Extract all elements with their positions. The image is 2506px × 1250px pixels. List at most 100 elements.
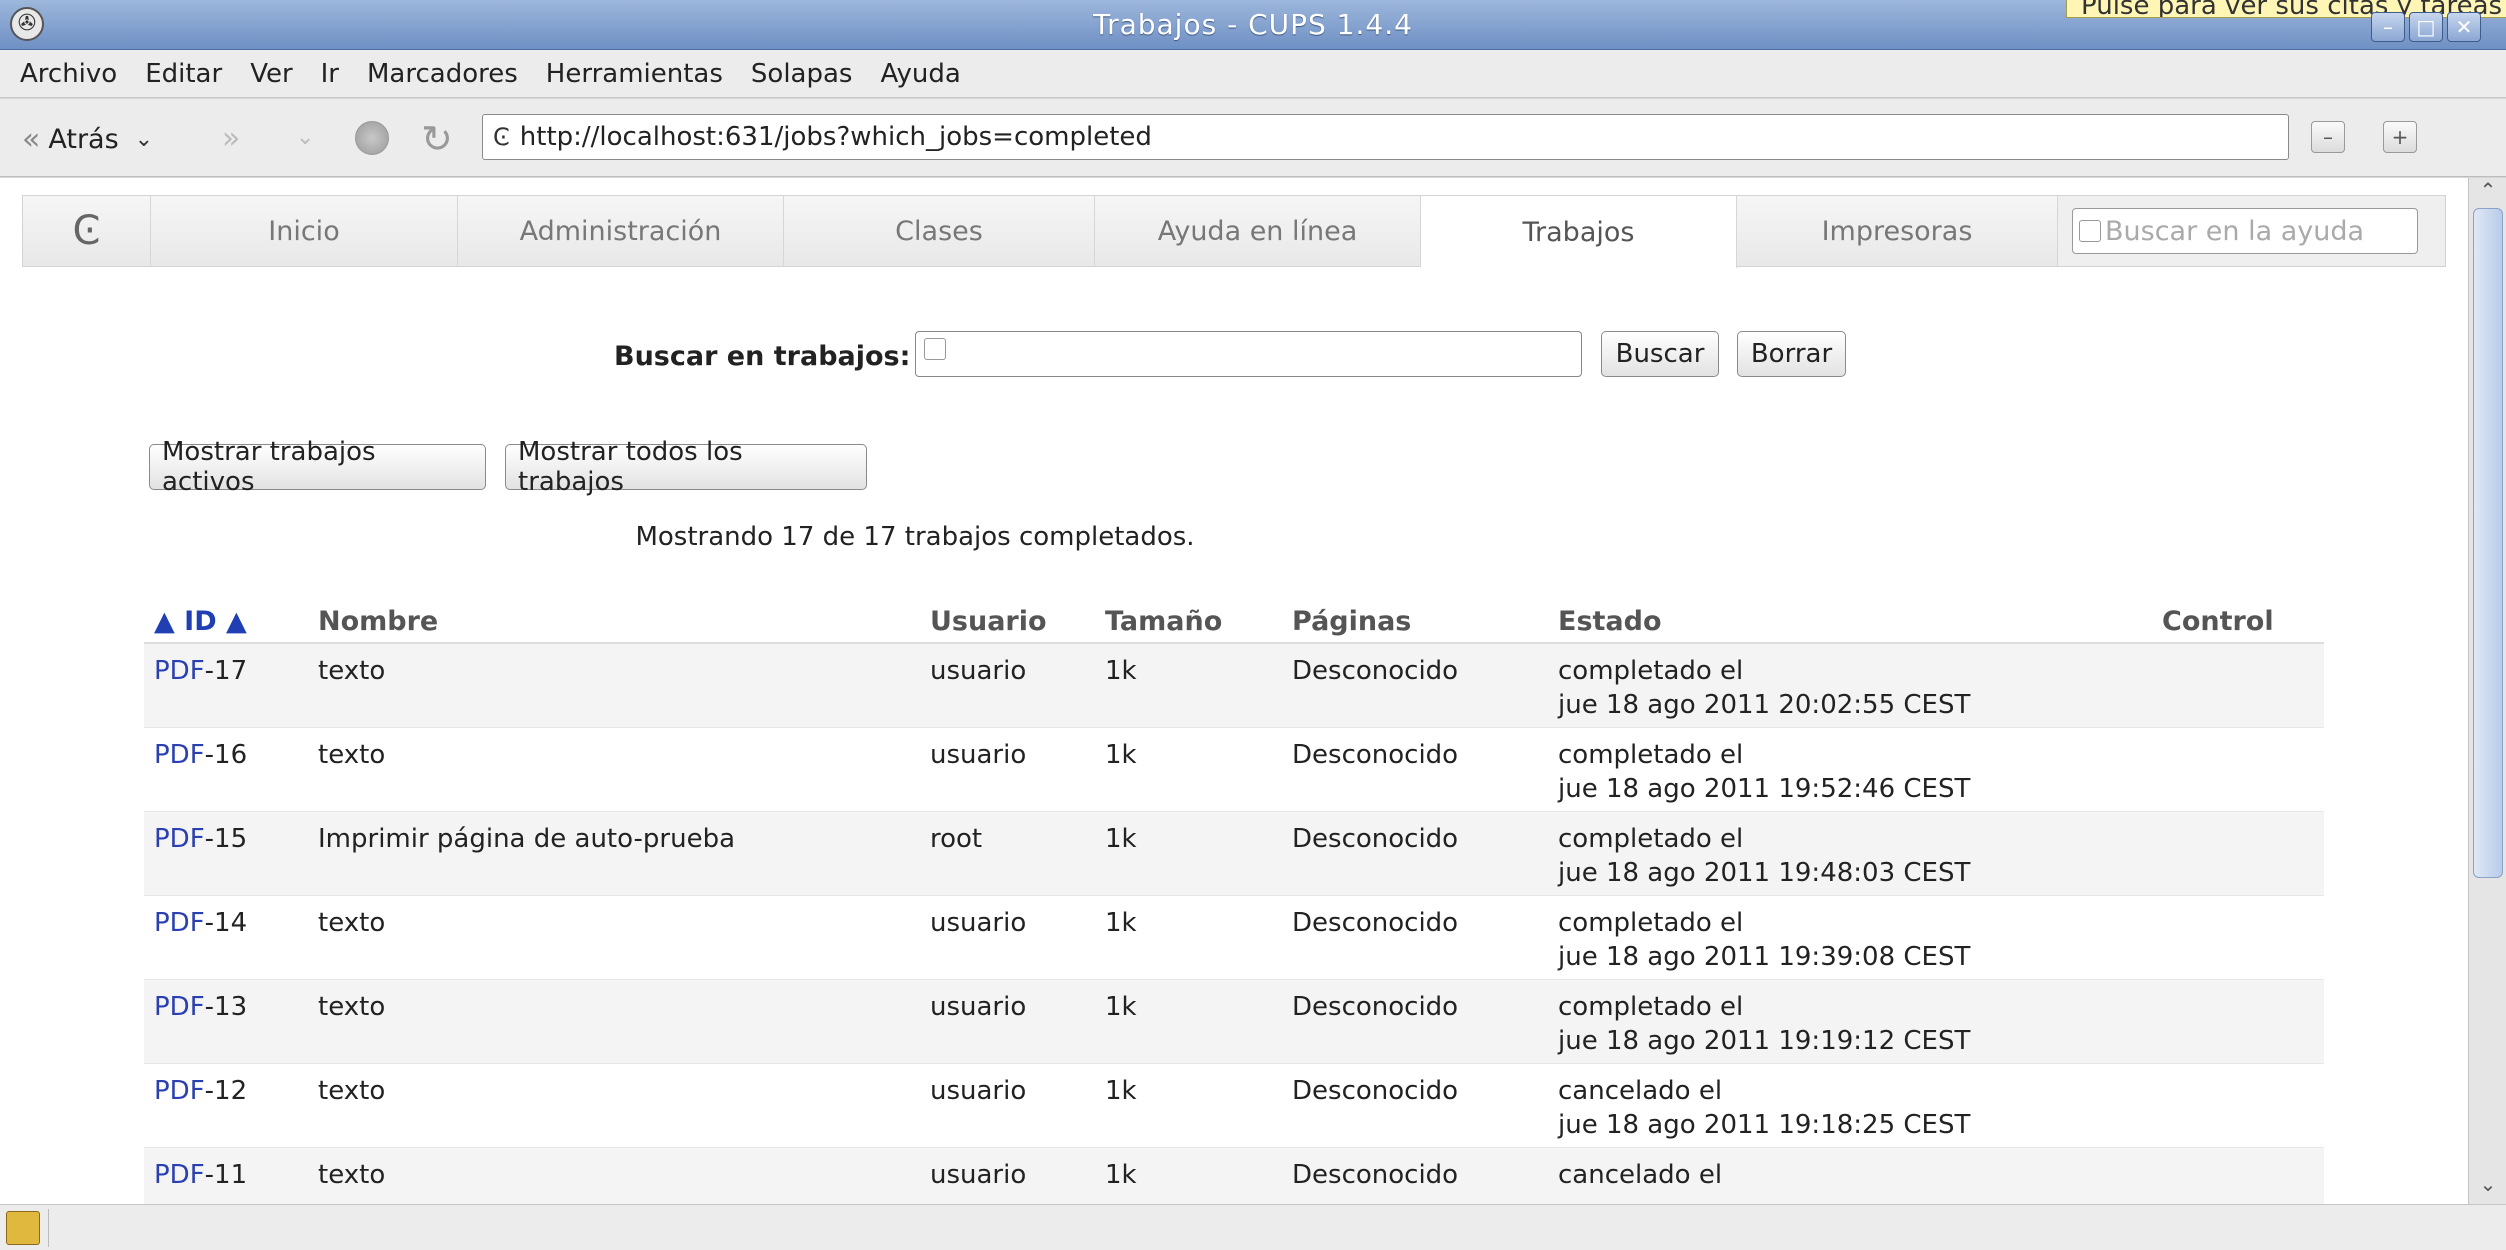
menu-editar[interactable]: Editar — [145, 59, 222, 89]
state-timestamp: jue 18 ago 2011 19:19:12 CEST — [1558, 1026, 1971, 1056]
page-content: Ͼ Inicio Administración Clases Ayuda en … — [0, 178, 2468, 1204]
status-divider — [48, 1209, 49, 1247]
job-search-label: Buscar en trabajos: — [614, 341, 911, 372]
cell-usuario: usuario — [930, 656, 1027, 686]
forward-history-chevron-icon[interactable]: ⌄ — [296, 125, 314, 150]
cell-usuario: usuario — [930, 740, 1027, 770]
column-header-nombre: Nombre — [318, 606, 439, 637]
cell-id: PDF-15 — [154, 824, 247, 854]
cups-tab-bar: Ͼ Inicio Administración Clases Ayuda en … — [22, 195, 2446, 268]
cell-nombre: texto — [318, 1076, 386, 1106]
cell-nombre: texto — [318, 656, 386, 686]
menu-marcadores[interactable]: Marcadores — [367, 59, 518, 89]
maximize-button[interactable]: □ — [2409, 12, 2443, 42]
printer-link[interactable]: PDF — [154, 908, 205, 938]
printer-link[interactable]: PDF — [154, 992, 205, 1022]
cell-id: PDF-11 — [154, 1160, 247, 1190]
state-status: cancelado el — [1558, 1160, 1723, 1190]
menu-herramientas[interactable]: Herramientas — [546, 59, 723, 89]
forward-arrow-icon[interactable]: » — [222, 121, 240, 156]
tab-trabajos[interactable]: Trabajos — [1421, 196, 1737, 268]
sort-by-id-link[interactable]: ▲ ID ▲ — [154, 606, 247, 637]
state-status: completado el — [1558, 740, 1744, 770]
state-status: completado el — [1558, 824, 1744, 854]
printer-link[interactable]: PDF — [154, 824, 205, 854]
vertical-scrollbar[interactable]: ⌃ ⌄ — [2468, 178, 2506, 1204]
zoom-out-icon[interactable]: – — [2311, 121, 2345, 153]
search-button[interactable]: Buscar — [1601, 331, 1719, 377]
state-timestamp: jue 18 ago 2011 19:39:08 CEST — [1558, 942, 1971, 972]
cell-usuario: root — [930, 824, 983, 854]
cell-usuario: usuario — [930, 1160, 1027, 1190]
job-id: -13 — [204, 992, 248, 1022]
help-search-placeholder: Buscar en la ayuda — [2105, 215, 2365, 247]
table-row: PDF-17 texto usuario 1k Desconocido completad… — [144, 644, 2324, 728]
menu-solapas[interactable]: Solapas — [751, 59, 853, 89]
cell-nombre: texto — [318, 908, 386, 938]
cell-estado: completado el jue 18 ago 2011 19:48:03 CE… — [1558, 822, 1970, 890]
state-status: completado el — [1558, 908, 1744, 938]
state-timestamp: jue 18 ago 2011 19:18:25 CEST — [1558, 1110, 1971, 1140]
state-timestamp: jue 18 ago 2011 20:02:55 CEST — [1558, 690, 1971, 720]
show-active-jobs-button[interactable]: Mostrar trabajos activos — [149, 437, 486, 497]
cell-nombre: texto — [318, 740, 386, 770]
menu-ver[interactable]: Ver — [250, 59, 292, 89]
tab-administracion[interactable]: Administración — [458, 196, 784, 266]
cell-paginas: Desconocido — [1292, 908, 1459, 938]
tab-ayuda-en-linea[interactable]: Ayuda en línea — [1095, 196, 1421, 266]
table-row: PDF-11 texto usuario 1k Desconocido cancelado… — [144, 1148, 2324, 1204]
printer-link[interactable]: PDF — [154, 656, 205, 686]
state-timestamp: jue 18 ago 2011 19:52:46 CEST — [1558, 774, 1971, 804]
scroll-up-icon[interactable]: ⌃ — [2469, 178, 2506, 208]
tab-inicio[interactable]: Inicio — [151, 196, 458, 266]
menubar: Archivo Editar Ver Ir Marcadores Herrami… — [0, 50, 2506, 98]
job-id: -14 — [204, 908, 248, 938]
job-search-input[interactable] — [915, 331, 1582, 377]
column-header-paginas: Páginas — [1292, 606, 1412, 637]
security-lock-icon[interactable] — [6, 1211, 40, 1245]
cell-tamano: 1k — [1105, 1160, 1137, 1190]
cell-estado: cancelado el — [1558, 1158, 1722, 1192]
job-search-form: Buscar en trabajos: Buscar Borrar — [0, 331, 2468, 381]
zoom-in-icon[interactable]: + — [2383, 121, 2417, 153]
cell-paginas: Desconocido — [1292, 824, 1459, 854]
menu-ayuda[interactable]: Ayuda — [880, 59, 960, 89]
table-row: PDF-12 texto usuario 1k Desconocido cancelado… — [144, 1064, 2324, 1148]
cell-id: PDF-16 — [154, 740, 247, 770]
window-titlebar: ✇ Trabajos - CUPS 1.4.4 Pulse para ver s… — [0, 0, 2506, 50]
search-field-icon — [2079, 220, 2101, 242]
cell-nombre: Imprimir página de auto-prueba — [318, 824, 736, 854]
url-bar[interactable]: Ͼ http://localhost:631/jobs?which_jobs=c… — [482, 114, 2289, 160]
printer-link[interactable]: PDF — [154, 1076, 205, 1106]
stop-icon[interactable] — [355, 121, 389, 155]
back-history-chevron-icon[interactable]: ⌄ — [135, 127, 153, 152]
help-search-input[interactable]: Buscar en la ayuda — [2072, 208, 2418, 254]
cell-tamano: 1k — [1105, 656, 1137, 686]
cups-logo-icon[interactable]: Ͼ — [23, 196, 151, 266]
printer-link[interactable]: PDF — [154, 740, 205, 770]
minimize-button[interactable]: – — [2371, 12, 2405, 42]
back-button[interactable]: « Atrás ⌄ — [22, 119, 153, 159]
jobs-table: ▲ ID ▲ Nombre Usuario Tamaño Páginas Est… — [144, 598, 2324, 1204]
clear-button[interactable]: Borrar — [1737, 331, 1846, 377]
tab-impresoras[interactable]: Impresoras — [1737, 196, 2058, 266]
reload-icon[interactable]: ↻ — [421, 117, 453, 161]
column-header-usuario: Usuario — [930, 606, 1047, 637]
scrollbar-thumb[interactable] — [2473, 208, 2503, 878]
printer-link[interactable]: PDF — [154, 1160, 205, 1190]
jobs-summary: Mostrando 17 de 17 trabajos completados. — [635, 522, 1195, 552]
cell-tamano: 1k — [1105, 740, 1137, 770]
menu-archivo[interactable]: Archivo — [20, 59, 117, 89]
close-button[interactable]: ✕ — [2447, 12, 2481, 42]
tab-clases[interactable]: Clases — [784, 196, 1095, 266]
url-text: http://localhost:631/jobs?which_jobs=com… — [519, 122, 1152, 152]
status-bar — [0, 1204, 2506, 1250]
cell-tamano: 1k — [1105, 1076, 1137, 1106]
cell-tamano: 1k — [1105, 908, 1137, 938]
job-id: -17 — [204, 656, 248, 686]
scroll-down-icon[interactable]: ⌄ — [2469, 1172, 2506, 1202]
table-header: ▲ ID ▲ Nombre Usuario Tamaño Páginas Est… — [144, 598, 2324, 644]
show-all-jobs-button[interactable]: Mostrar todos los trabajos — [505, 437, 867, 497]
menu-ir[interactable]: Ir — [321, 59, 339, 89]
cell-paginas: Desconocido — [1292, 1160, 1459, 1190]
